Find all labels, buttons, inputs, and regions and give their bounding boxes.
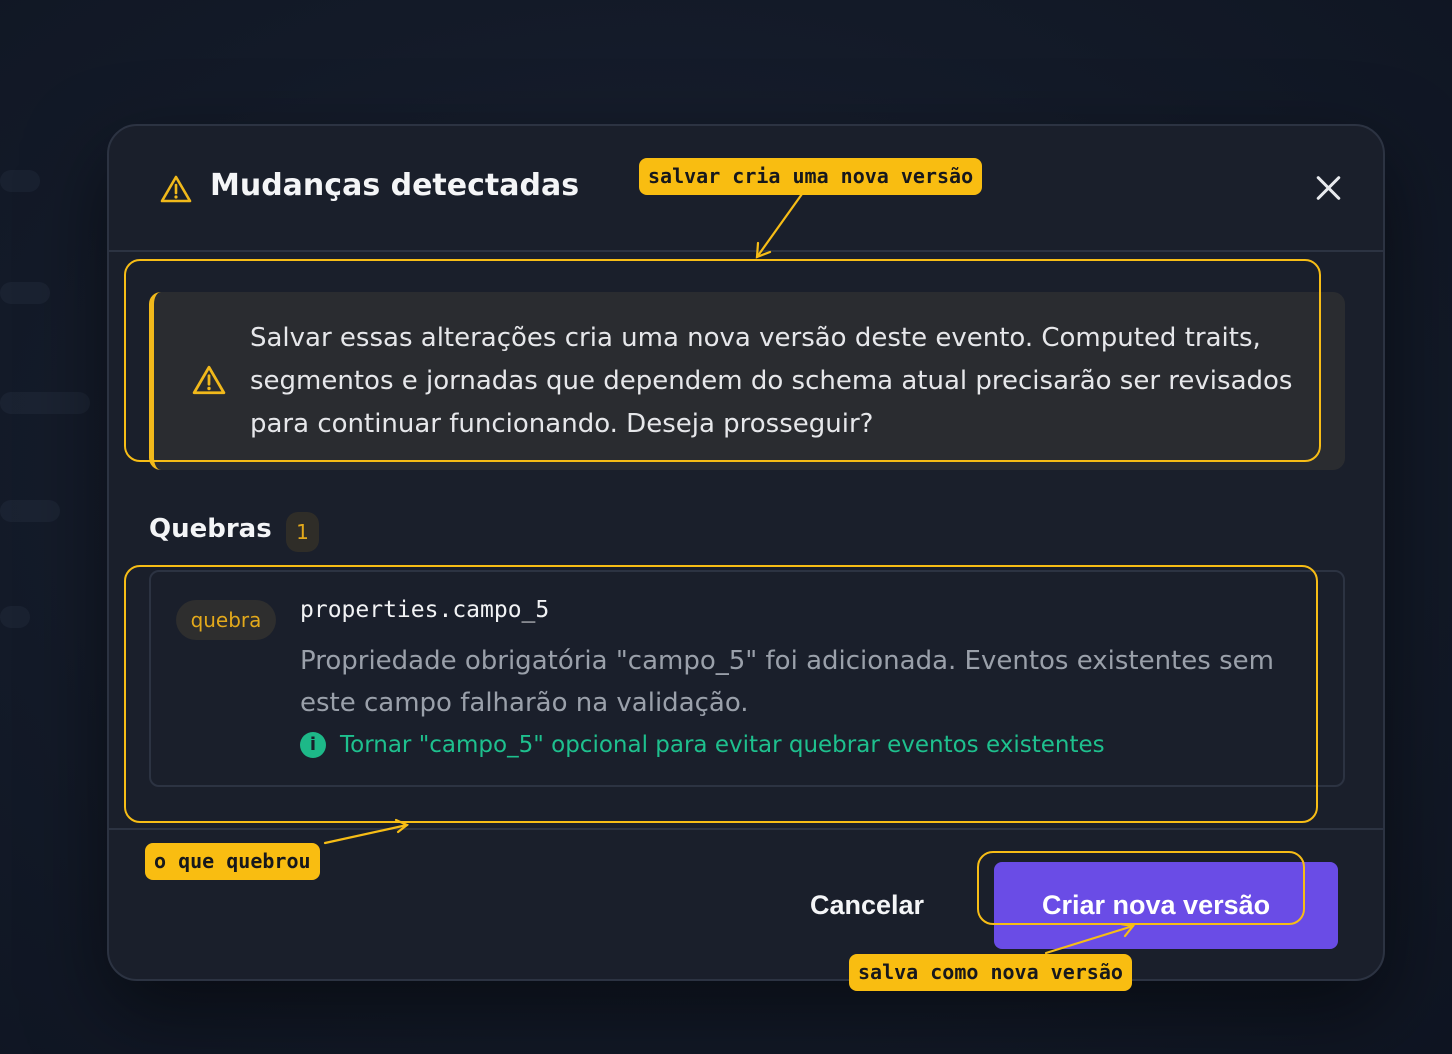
background-blur	[0, 170, 40, 192]
dialog-title: Mudanças detectadas	[210, 168, 580, 203]
suggestion-text: Tornar "campo_5" opcional para evitar qu…	[340, 732, 1105, 758]
warning-text: Salvar essas alterações cria uma nova ve…	[250, 323, 1293, 439]
fix-suggestion[interactable]: i Tornar "campo_5" opcional para evitar …	[300, 732, 1105, 758]
warning-callout: Salvar essas alterações cria uma nova ve…	[149, 292, 1345, 470]
warning-triangle-icon	[192, 365, 226, 395]
background-blur	[0, 392, 90, 414]
break-tag: quebra	[176, 600, 276, 640]
breaks-count-badge: 1	[286, 512, 319, 552]
background-blur	[0, 606, 30, 628]
annotation-label-breaks: o que quebrou	[145, 843, 320, 880]
section-title-breaks: Quebras	[149, 514, 272, 544]
info-icon: i	[300, 732, 326, 758]
background-blur	[0, 500, 60, 522]
annotation-label-warning: salvar cria uma nova versão	[639, 158, 983, 195]
property-name: properties.campo_5	[300, 597, 550, 623]
break-item: quebra properties.campo_5 Propriedade ob…	[149, 570, 1345, 787]
break-description: Propriedade obrigatória "campo_5" foi ad…	[300, 646, 1274, 718]
footer-divider	[109, 828, 1383, 830]
create-new-version-button[interactable]: Criar nova versão	[994, 862, 1338, 949]
annotation-label-confirm: salva como nova versão	[849, 954, 1132, 991]
cancel-button[interactable]: Cancelar	[789, 882, 945, 928]
background-blur	[0, 282, 50, 304]
close-icon[interactable]	[1313, 172, 1345, 204]
warning-triangle-icon	[160, 175, 192, 203]
